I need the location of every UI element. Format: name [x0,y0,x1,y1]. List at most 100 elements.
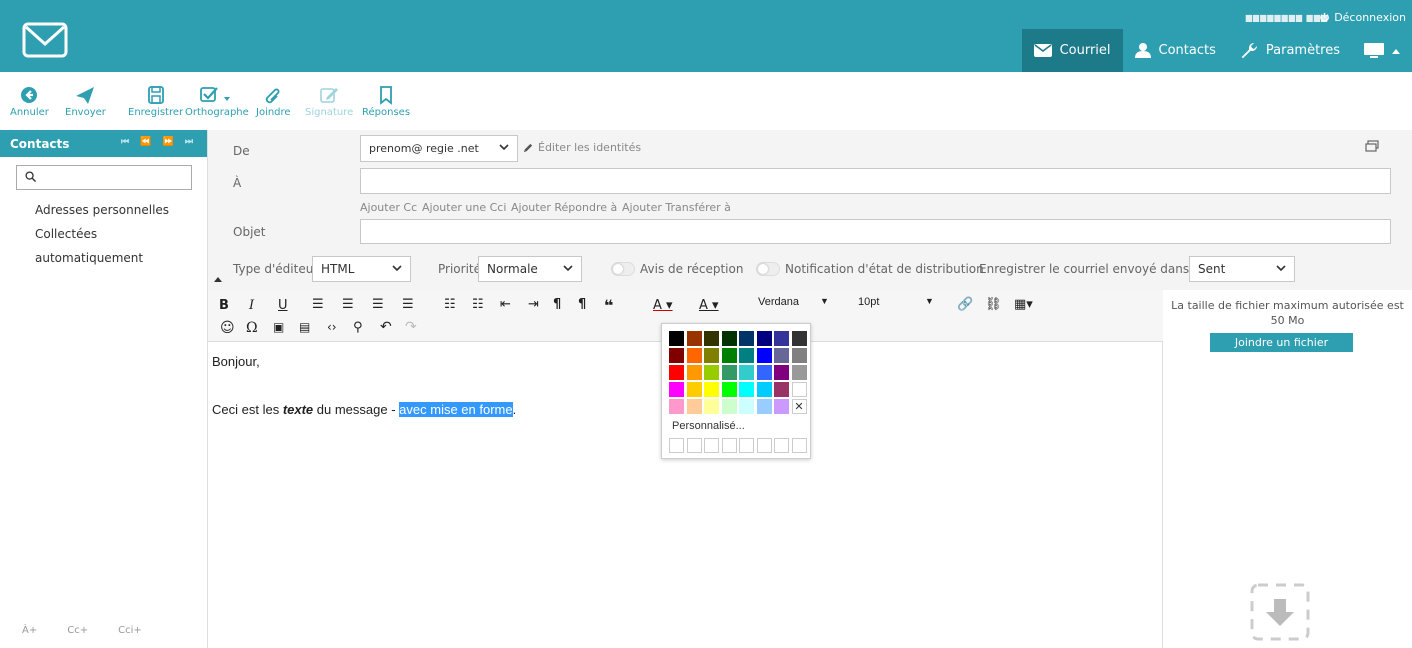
media-icon[interactable]: ▤ [299,320,310,334]
color-swatch[interactable] [791,331,807,346]
color-swatch[interactable] [686,348,702,363]
save-in-select[interactable]: Sent [1189,256,1295,282]
nav-settings[interactable]: Paramètres [1228,29,1352,72]
add-cc-link[interactable]: Ajouter Cc [360,201,417,214]
receipt-toggle[interactable] [611,262,635,276]
undo-icon[interactable]: ↶ [380,319,392,335]
color-swatch[interactable] [739,382,754,397]
text-color-button[interactable]: A ▾ [653,298,673,313]
color-swatch[interactable] [756,331,772,346]
add-to-button[interactable]: À+ [22,625,37,636]
subject-field[interactable] [360,219,1391,244]
special-chars-icon[interactable]: Ω [246,320,258,336]
custom-color-slot[interactable] [721,438,737,453]
color-swatch[interactable] [704,365,719,380]
custom-color-slot[interactable] [669,438,684,453]
background-color-button[interactable]: A ▾ [699,298,719,313]
bullet-list-icon[interactable]: ☷ [444,297,456,312]
add-bcc-button[interactable]: Cci+ [118,625,142,636]
font-family-select[interactable]: Verdana ▼ [758,296,838,308]
unlink-icon[interactable]: ⛓ [985,297,1002,312]
color-swatch[interactable] [756,365,772,380]
collapse-headers-icon[interactable] [214,276,222,282]
font-size-select[interactable]: 10pt ▼ [858,296,943,308]
color-swatch[interactable] [704,382,719,397]
find-icon[interactable]: ⚲ [353,320,363,335]
ltr-icon[interactable]: ¶ [553,297,561,312]
numbered-list-icon[interactable]: ☷ [472,297,484,312]
color-swatch[interactable] [791,365,807,380]
color-swatch[interactable] [774,348,789,363]
color-swatch[interactable] [756,382,772,397]
align-right-icon[interactable]: ☰ [372,297,384,312]
custom-color-slot[interactable] [704,438,719,453]
add-reply-to-link[interactable]: Ajouter Répondre à [511,201,617,214]
attach-file-button[interactable]: Joindre un fichier [1210,333,1353,352]
color-swatch[interactable] [669,348,684,363]
remove-color-swatch[interactable]: ✕ [791,399,807,414]
responses-button[interactable]: Réponses [362,85,410,118]
custom-color-slot[interactable] [739,438,754,453]
color-swatch[interactable] [774,331,789,346]
custom-color-link[interactable]: Personnalisé... [672,420,745,432]
color-swatch[interactable] [686,365,702,380]
align-center-icon[interactable]: ☰ [342,297,354,312]
color-swatch[interactable] [721,399,737,414]
custom-color-slot[interactable] [756,438,772,453]
editor-content[interactable]: Bonjour, Ceci est les texte du message -… [212,354,516,417]
image-icon[interactable]: ▣ [273,320,284,334]
color-swatch[interactable] [721,331,737,346]
italic-button[interactable]: I [249,298,254,313]
contacts-search-input[interactable] [17,166,191,189]
color-swatch[interactable] [739,365,754,380]
sidebar-item-collected-addresses[interactable]: Collectées automatiquement [0,222,207,265]
download-drop-icon[interactable] [1249,582,1311,642]
color-swatch[interactable] [739,331,754,346]
color-swatch[interactable] [721,382,737,397]
add-bcc-link[interactable]: Ajouter une Cci [422,201,506,214]
color-swatch[interactable] [739,399,754,414]
nav-display-menu[interactable] [1352,29,1412,72]
color-swatch[interactable] [774,382,789,397]
color-swatch[interactable] [756,348,772,363]
color-swatch[interactable] [756,399,772,414]
link-icon[interactable]: 🔗 [957,297,973,312]
outdent-icon[interactable]: ⇤ [500,297,511,312]
signature-button[interactable]: Signature [305,85,353,118]
send-button[interactable]: Envoyer [65,85,106,118]
attach-button[interactable]: Joindre [256,85,291,118]
add-followup-link[interactable]: Ajouter Transférer à [622,201,731,214]
add-cc-button[interactable]: Cc+ [67,625,88,636]
color-swatch[interactable] [721,348,737,363]
color-swatch[interactable] [791,348,807,363]
color-swatch[interactable] [669,365,684,380]
color-swatch[interactable] [686,382,702,397]
color-swatch[interactable] [774,399,789,414]
bold-button[interactable]: B [219,298,229,313]
from-select[interactable]: prenom@ regie .net [360,135,518,162]
color-swatch[interactable] [669,399,684,414]
popout-window-icon[interactable] [1365,140,1379,152]
color-swatch[interactable] [721,365,737,380]
color-swatch[interactable] [704,399,719,414]
color-swatch[interactable] [774,365,789,380]
align-justify-icon[interactable]: ☰ [402,297,414,312]
color-swatch[interactable] [704,348,719,363]
color-swatch[interactable] [686,331,702,346]
underline-button[interactable]: U [278,298,288,313]
color-swatch[interactable] [669,331,684,346]
indent-icon[interactable]: ⇥ [528,297,539,312]
emoji-icon[interactable]: ☺ [220,320,235,336]
rtl-icon[interactable]: ¶ [578,297,586,312]
edit-identities-link[interactable]: Éditer les identités [523,141,641,154]
to-field[interactable] [360,168,1391,194]
color-swatch[interactable] [791,382,807,397]
redo-icon[interactable]: ↷ [405,319,417,335]
save-button[interactable]: Enregistrer [128,85,183,118]
color-swatch[interactable] [669,382,684,397]
spellcheck-button[interactable]: Orthographe [185,85,249,118]
dsn-toggle[interactable] [756,262,780,276]
color-swatch[interactable] [686,399,702,414]
custom-color-slot[interactable] [686,438,702,453]
source-code-icon[interactable]: ‹› [327,320,337,334]
